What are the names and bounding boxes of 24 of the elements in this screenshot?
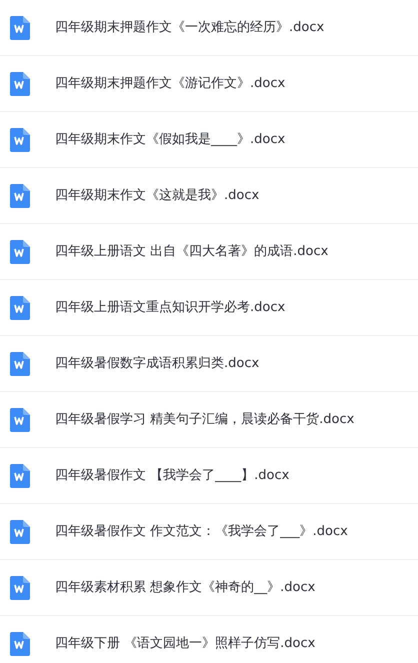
word-document-icon — [10, 408, 30, 432]
word-document-icon — [10, 72, 30, 96]
word-document-icon — [10, 296, 30, 320]
word-document-icon — [10, 352, 30, 376]
word-document-icon — [10, 632, 30, 656]
word-document-icon — [10, 520, 30, 544]
word-document-icon — [10, 464, 30, 488]
word-document-icon — [10, 184, 30, 208]
file-name[interactable]: 四年级素材积累 想象作文《神奇的__》.docx — [55, 578, 316, 598]
file-name[interactable]: 四年级期末押题作文《游记作文》.docx — [55, 74, 286, 94]
file-name[interactable]: 四年级下册 《语文园地一》照样子仿写.docx — [55, 634, 316, 654]
file-name[interactable]: 四年级暑假数字成语积累归类.docx — [55, 354, 260, 374]
word-document-icon — [10, 576, 30, 600]
word-document-icon — [10, 16, 30, 40]
file-name[interactable]: 四年级上册语文重点知识开学必考.docx — [55, 298, 286, 318]
word-document-icon — [10, 240, 30, 264]
file-name[interactable]: 四年级暑假学习 精美句子汇编，晨读必备干货.docx — [55, 410, 354, 430]
file-name[interactable]: 四年级上册语文 出自《四大名著》的成语.docx — [55, 242, 328, 262]
file-name[interactable]: 四年级期末作文《这就是我》.docx — [55, 186, 260, 206]
word-document-icon — [10, 128, 30, 152]
file-name[interactable]: 四年级期末作文《假如我是____》.docx — [55, 130, 286, 150]
file-name[interactable]: 四年级期末押题作文《一次难忘的经历》.docx — [55, 18, 324, 38]
file-name[interactable]: 四年级暑假作文 作文范文：《我学会了___》.docx — [55, 522, 348, 542]
file-name[interactable]: 四年级暑假作文 【我学会了____】.docx — [55, 466, 290, 486]
